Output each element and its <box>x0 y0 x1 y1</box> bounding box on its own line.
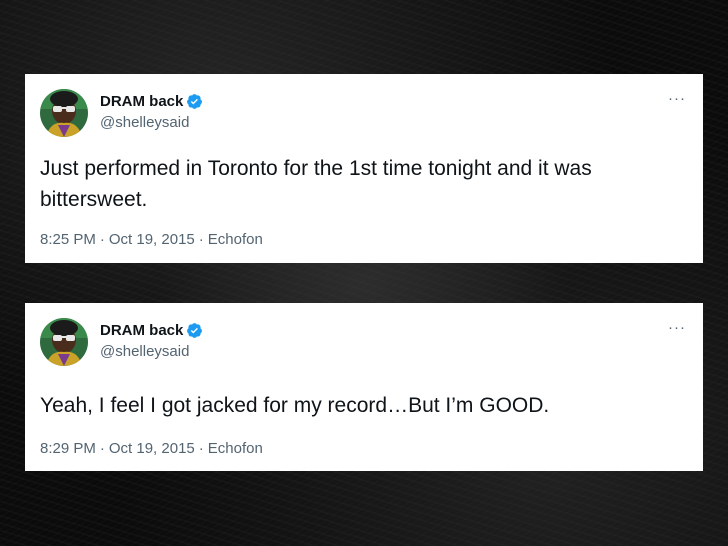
meta-separator: · <box>198 231 204 248</box>
tweet-date[interactable]: Oct 19, 2015 <box>109 231 195 248</box>
avatar[interactable] <box>40 89 88 137</box>
verified-badge-icon <box>187 94 203 109</box>
meta-separator: · <box>198 440 204 457</box>
tweet-text: Yeah, I feel I got jacked for my record…… <box>40 394 550 417</box>
tweet-card[interactable]: DRAM back @shelleysaid ··· Yeah, I feel … <box>25 303 703 471</box>
avatar-image <box>40 89 88 137</box>
tweet-time[interactable]: 8:25 PM <box>40 231 96 248</box>
avatar-image <box>40 318 88 366</box>
tweet-date[interactable]: Oct 19, 2015 <box>109 440 195 457</box>
display-name[interactable]: DRAM back <box>100 93 183 110</box>
tweet-time[interactable]: 8:29 PM <box>40 440 96 457</box>
meta-separator: · <box>99 231 105 248</box>
tweet-header: DRAM back @shelleysaid ··· <box>40 74 688 137</box>
handle[interactable]: @shelleysaid <box>100 343 189 360</box>
tweet-card[interactable]: DRAM back @shelleysaid ··· Just performe… <box>25 74 703 263</box>
avatar[interactable] <box>40 318 88 366</box>
more-options-icon[interactable]: ··· <box>668 91 686 106</box>
tweet-meta: 8:25 PM · Oct 19, 2015 · Echofon <box>40 231 688 248</box>
meta-separator: · <box>99 440 105 457</box>
tweet-source[interactable]: Echofon <box>208 231 263 248</box>
verified-badge-icon <box>187 323 203 338</box>
display-name[interactable]: DRAM back <box>100 322 183 339</box>
more-options-icon[interactable]: ··· <box>668 320 686 335</box>
tweet-meta: 8:29 PM · Oct 19, 2015 · Echofon <box>40 440 688 457</box>
handle[interactable]: @shelleysaid <box>100 114 189 131</box>
tweet-source[interactable]: Echofon <box>208 440 263 457</box>
tweet-text: Just performed in Toronto for the 1st ti… <box>40 157 592 211</box>
name-row: DRAM back <box>100 93 203 110</box>
tweet-header: DRAM back @shelleysaid ··· <box>40 303 688 366</box>
name-row: DRAM back <box>100 322 203 339</box>
